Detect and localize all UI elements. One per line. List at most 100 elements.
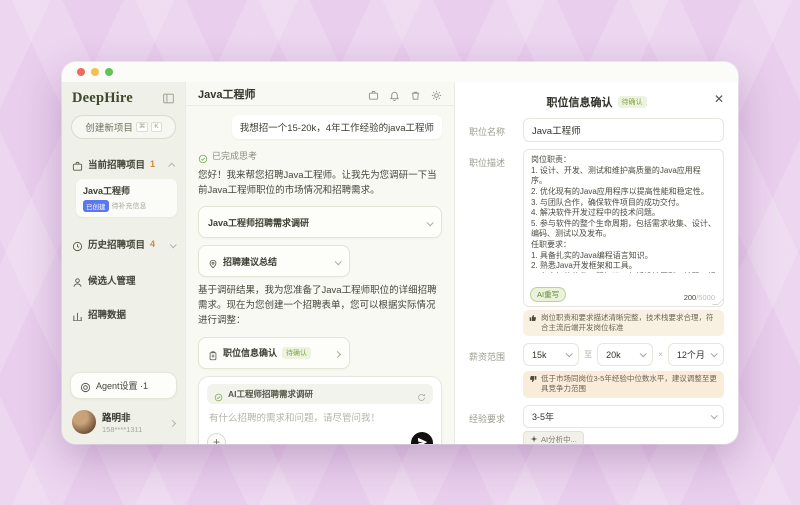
thumbs-up-icon — [529, 314, 537, 322]
research-card-label: Java工程师招聘需求调研 — [208, 217, 310, 228]
current-projects-count: 1 — [150, 159, 156, 169]
recruit-data-label: 招聘数据 — [88, 310, 127, 321]
research-card[interactable]: Java工程师招聘需求调研 — [198, 206, 442, 239]
sidebar: DeepHire 创建新项目 ⌘ K 当前招聘项目 1 Java工程师 已创建 … — [62, 82, 185, 444]
archive-icon[interactable] — [368, 88, 379, 100]
trash-icon[interactable] — [410, 88, 421, 100]
salary-max-select[interactable]: 20k — [597, 343, 654, 367]
refresh-icon[interactable] — [417, 389, 426, 401]
chevron-right-icon — [333, 344, 342, 362]
char-counter: 200/5000 — [683, 293, 715, 302]
salary-ai-note-text: 低于市场同岗位3-5年经验中位数水平，建议调整至更具竞争力范围 — [541, 374, 717, 394]
thinking-done-label[interactable]: 已完成思考 — [212, 149, 257, 162]
desc-ai-note: 岗位职责和要求描述清晰完整，技术栈要求合理，符合主流后端开发岗位标准 — [523, 310, 724, 337]
clock-icon — [72, 239, 83, 251]
close-window-button[interactable] — [77, 68, 85, 76]
sidebar-item-history-projects[interactable]: 历史招聘项目 4 — [62, 229, 185, 259]
candidates-label: 候选人管理 — [88, 276, 136, 287]
paper-plane-icon — [417, 438, 427, 444]
summary-card-label: 招聘建议总结 — [223, 256, 278, 267]
sidebar-item-current-projects[interactable]: 当前招聘项目 1 — [62, 149, 185, 179]
history-projects-label: 历史招聘项目 — [88, 240, 146, 251]
panel-title: 职位信息确认 — [546, 97, 613, 109]
salary-months-select[interactable]: 12个月 — [667, 343, 724, 367]
salary-min-select[interactable]: 15k — [523, 343, 580, 367]
check-circle-icon — [198, 151, 208, 163]
salary-times-separator: × — [658, 350, 663, 360]
context-chip-label: AI工程师招聘需求调研 — [228, 388, 314, 399]
experience-select[interactable]: 3-5年 — [523, 404, 724, 428]
clipboard-icon — [208, 348, 218, 360]
sidebar-item-java-project[interactable]: Java工程师 已创建 待补充信息 — [76, 179, 177, 217]
check-circle-icon — [214, 389, 223, 402]
briefcase-icon — [72, 159, 83, 171]
assistant-message-form: 基于调研结果，我为您准备了Java工程师职位的详细招聘需求。现在为您创建一个招聘… — [198, 285, 437, 326]
chat-header: Java工程师 — [186, 82, 454, 106]
chat-messages: 我想招一个15-20k，4年工作经验的java工程师 已完成思考 您好！我来帮您… — [186, 106, 454, 444]
chevron-down-icon — [334, 252, 342, 270]
job-title-input[interactable] — [523, 118, 724, 142]
pending-badge: 待确认 — [282, 346, 312, 359]
current-projects-label: 当前招聘项目 — [88, 160, 146, 171]
project-status-badge: 已创建 — [83, 200, 109, 212]
chat-column: Java工程师 我想招一个15-20k，4年工作经验的java工程师 已完成思考… — [185, 82, 455, 444]
send-button[interactable] — [411, 431, 433, 444]
sidebar-collapse-icon[interactable] — [162, 92, 175, 105]
agent-settings-button[interactable]: Agent设置 ·1 — [70, 372, 177, 399]
zoom-window-button[interactable] — [105, 68, 113, 76]
pending-badge: 待确认 — [617, 96, 647, 108]
ai-rewrite-button[interactable]: AI重写 — [530, 287, 567, 302]
sidebar-item-candidates[interactable]: 候选人管理 — [62, 267, 185, 293]
agent-settings-label: Agent设置 ·1 — [96, 381, 149, 391]
bar-chart-icon — [72, 309, 83, 321]
chevron-down-icon[interactable] — [169, 235, 177, 253]
chevron-up-icon[interactable] — [168, 155, 176, 173]
target-icon — [80, 380, 91, 393]
avatar — [72, 410, 96, 434]
app-window: DeepHire 创建新项目 ⌘ K 当前招聘项目 1 Java工程师 已创建 … — [62, 62, 738, 444]
salary-separator: 至 — [584, 350, 593, 360]
project-name: Java工程师 — [83, 186, 131, 196]
job-confirm-card-label: 职位信息确认 — [223, 348, 278, 359]
experience-label: 经验要求 — [469, 413, 506, 424]
attach-plus-button[interactable]: + — [207, 433, 226, 444]
minimize-window-button[interactable] — [91, 68, 99, 76]
ai-analyzing-text: AI分析中... — [541, 434, 577, 444]
window-titlebar — [62, 62, 738, 82]
create-project-button[interactable]: 创建新项目 ⌘ K — [71, 115, 176, 139]
chevron-right-icon — [168, 413, 177, 431]
sparkle-icon — [530, 435, 538, 443]
app-logo: DeepHire — [72, 90, 133, 106]
map-pin-icon — [208, 256, 218, 269]
project-note: 待补充信息 — [111, 203, 147, 210]
desc-ai-note-text: 岗位职责和要求描述清晰完整，技术栈要求合理，符合主流后端开发岗位标准 — [541, 313, 714, 333]
thumbs-down-icon — [529, 375, 537, 383]
salary-label: 薪资范围 — [469, 352, 506, 363]
chevron-down-icon — [426, 213, 434, 231]
job-desc-label: 职位描述 — [469, 158, 506, 168]
history-projects-count: 4 — [150, 239, 156, 249]
user-phone: 158****1311 — [102, 425, 143, 434]
job-confirm-card[interactable]: 职位信息确认 待确认 — [198, 336, 350, 369]
settings-gear-icon[interactable] — [431, 88, 442, 101]
context-chip[interactable]: AI工程师招聘需求调研 — [207, 383, 433, 404]
user-name: 路明非 — [102, 413, 131, 424]
job-desc-textarea[interactable]: 岗位职责： 1. 设计、开发、测试和维护高质量的Java应用程序。 2. 优化现… — [523, 149, 724, 307]
create-project-label: 创建新项目 — [85, 123, 133, 134]
bell-icon[interactable] — [389, 88, 400, 101]
user-message-bubble: 我想招一个15-20k，4年工作经验的java工程师 — [231, 115, 442, 139]
chat-input-card: AI工程师招聘需求调研 + — [198, 375, 442, 444]
assistant-message-intro: 您好！我来帮您招聘Java工程师。让我先为您调研一下当前Java工程师职位的市场… — [198, 170, 437, 196]
chat-title: Java工程师 — [198, 88, 256, 101]
user-profile-row[interactable]: 路明非 158****1311 — [62, 405, 185, 436]
salary-ai-note: 低于市场同岗位3-5年经验中位数水平，建议调整至更具竞争力范围 — [523, 371, 724, 398]
sidebar-item-recruit-data[interactable]: 招聘数据 — [62, 301, 185, 327]
job-desc-text: 岗位职责： 1. 设计、开发、测试和维护高质量的Java应用程序。 2. 优化现… — [531, 155, 716, 273]
summary-card[interactable]: 招聘建议总结 — [198, 245, 350, 278]
chat-input[interactable] — [209, 412, 435, 424]
cmd-key-hint: ⌘ — [135, 122, 149, 132]
job-confirm-panel: 职位信息确认 待确认 ✕ 职位名称 职位描述 岗位职责： 1. 设计、开发、测试… — [455, 82, 738, 444]
k-key-hint: K — [151, 122, 162, 132]
close-icon[interactable]: ✕ — [714, 93, 724, 105]
ai-analyzing-pill: AI分析中... — [523, 430, 584, 444]
